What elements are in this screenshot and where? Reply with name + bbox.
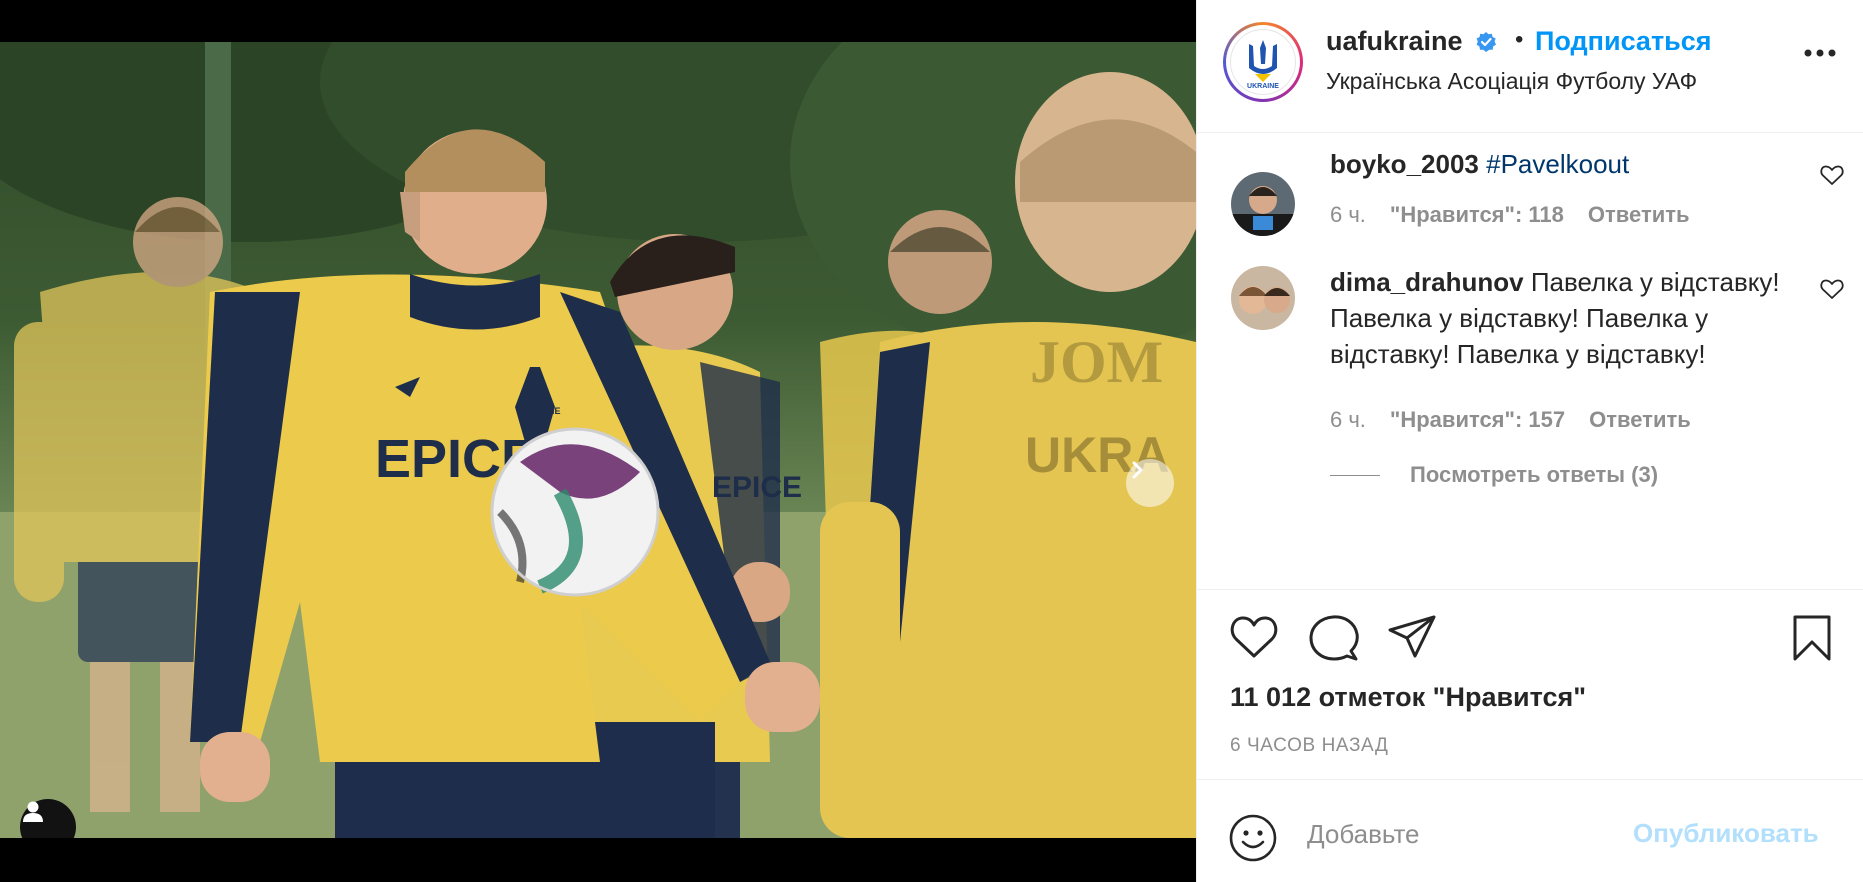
post-side-panel: UKRAINE uafukraine • Подписаться Українс… (1196, 0, 1863, 882)
trident-logo-icon: UKRAINE (1247, 40, 1279, 90)
like-heart-icon[interactable] (1229, 614, 1279, 660)
comment-text: dima_drahunov Павелка у відставку! Павел… (1330, 264, 1780, 372)
comment-bubble-icon[interactable] (1309, 614, 1359, 662)
emoji-smiley-icon[interactable] (1229, 814, 1277, 862)
comment-meta: 6 ч. "Нравится": 118 Ответить (1330, 202, 1690, 228)
reply-button[interactable]: Ответить (1589, 407, 1691, 433)
comment-username[interactable]: dima_drahunov (1330, 267, 1524, 297)
commenter-avatar[interactable] (1231, 266, 1295, 330)
avatar-inner: UKRAINE (1226, 25, 1300, 99)
share-paper-plane-icon[interactable] (1387, 614, 1437, 660)
avatar-photo (1231, 266, 1295, 330)
comment-hashtag[interactable]: #Pavelkoout (1486, 149, 1629, 179)
header-separator: • (1515, 26, 1524, 53)
next-slide-button[interactable] (1126, 459, 1174, 507)
post-media: EPICE JOM UKRA EPICE UKRAINE (0, 0, 1196, 882)
comment-time[interactable]: 6 ч. (1330, 407, 1366, 433)
publish-button[interactable]: Опубликовать (1633, 818, 1819, 849)
comment-time[interactable]: 6 ч. (1330, 202, 1366, 228)
commenter-avatar[interactable] (1231, 172, 1295, 236)
likes-count[interactable]: 11 012 отметок "Нравится" (1230, 682, 1586, 713)
post-actions: 11 012 отметок "Нравится" 6 ЧАСОВ НАЗАД (1197, 589, 1863, 779)
follow-button[interactable]: Подписаться (1535, 26, 1712, 57)
replies-divider (1330, 474, 1380, 476)
view-replies-label: Посмотреть ответы (3) (1410, 462, 1659, 487)
post-header: UKRAINE uafukraine • Подписаться Українс… (1197, 0, 1863, 133)
comment-likes[interactable]: "Нравится": 157 (1390, 407, 1565, 433)
comment-text: boyko_2003 #Pavelkoout (1330, 146, 1780, 182)
post-photo: EPICE JOM UKRA EPICE UKRAINE (0, 42, 1196, 838)
more-options-icon[interactable] (1803, 48, 1837, 58)
comments-list: boyko_2003 #Pavelkoout 6 ч. "Нравится": … (1197, 134, 1863, 589)
chevron-right-icon (1132, 461, 1143, 479)
training-photo-illustration: EPICE JOM UKRA EPICE UKRAINE (0, 42, 1196, 838)
reply-button[interactable]: Ответить (1588, 202, 1690, 228)
comment-meta: 6 ч. "Нравится": 157 Ответить (1330, 407, 1691, 433)
football (490, 427, 660, 597)
save-bookmark-icon[interactable] (1791, 614, 1833, 662)
photo-text-sponsor-partial: EPICE (712, 471, 802, 504)
photo-text-jersey-brand: JOM (1030, 329, 1163, 395)
verified-badge-icon (1476, 32, 1496, 52)
comment-likes[interactable]: "Нравится": 118 (1390, 202, 1564, 228)
account-avatar[interactable]: UKRAINE (1223, 22, 1303, 102)
comment-input[interactable] (1307, 808, 1607, 860)
uaf-logo: UKRAINE (1230, 29, 1296, 95)
view-replies-button[interactable]: Посмотреть ответы (3) (1330, 462, 1658, 488)
account-full-name: Українська Асоціація Футболу УАФ (1326, 68, 1698, 94)
avatar-photo (1231, 172, 1295, 236)
logo-text: UKRAINE (1247, 83, 1279, 90)
post-time[interactable]: 6 ЧАСОВ НАЗАД (1230, 735, 1388, 757)
comment-like-icon[interactable] (1819, 162, 1845, 188)
comment-username[interactable]: boyko_2003 (1330, 149, 1479, 179)
account-username[interactable]: uafukraine (1326, 26, 1463, 57)
user-icon (23, 801, 43, 822)
photo-text-crest: UKRAINE (519, 406, 560, 416)
comment-composer: Опубликовать (1197, 779, 1863, 882)
comment-like-icon[interactable] (1819, 276, 1845, 302)
